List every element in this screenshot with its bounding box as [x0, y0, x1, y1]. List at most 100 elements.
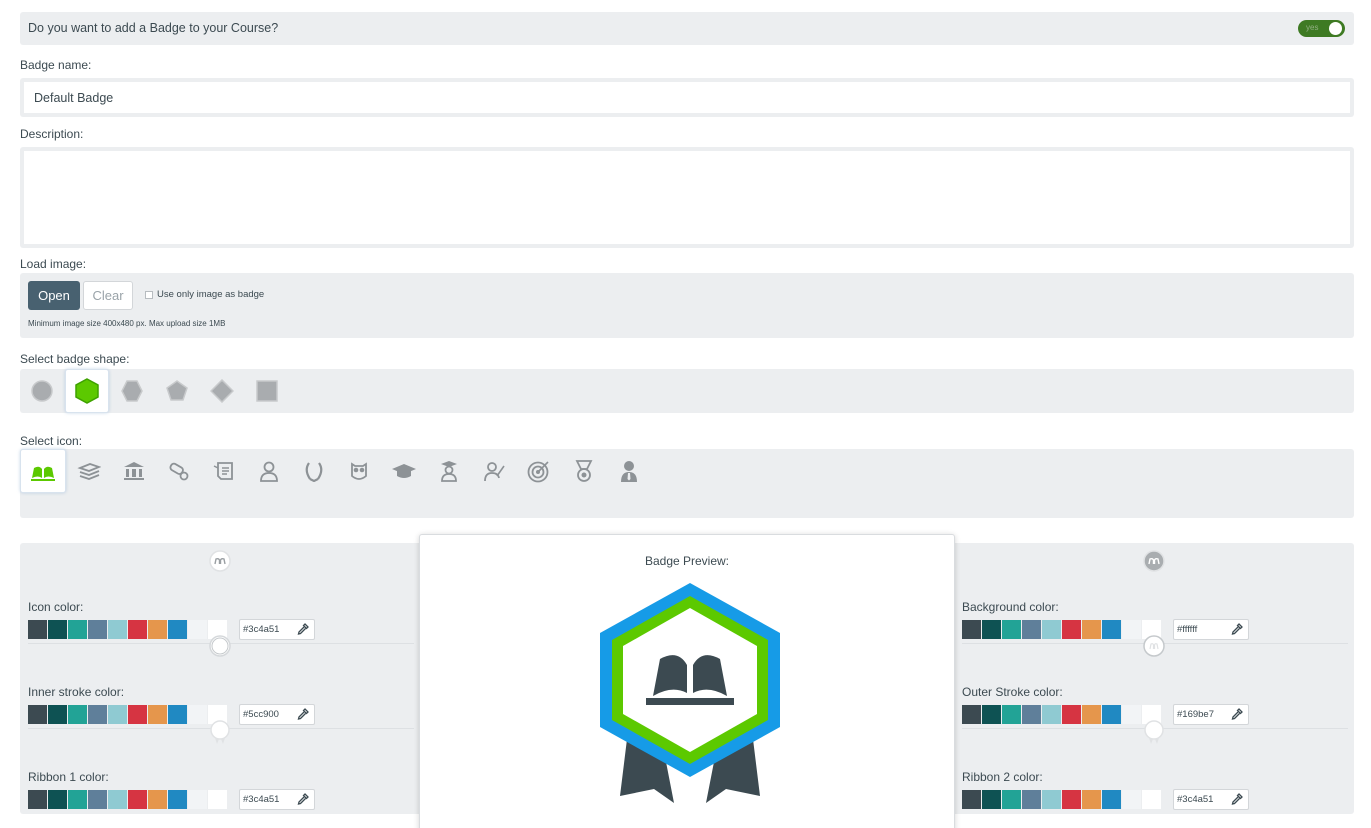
- toggle-knob: [1329, 22, 1342, 35]
- mini-badge-icon: [209, 550, 231, 572]
- icon-option-institution[interactable]: [111, 449, 157, 493]
- color-swatch[interactable]: [168, 790, 187, 809]
- clear-button[interactable]: Clear: [83, 281, 133, 310]
- load-image-panel: Open Clear Use only image as badge Minim…: [20, 273, 1354, 338]
- color-swatch[interactable]: [28, 790, 47, 809]
- icon-option-graduation-cap[interactable]: [381, 449, 427, 493]
- badge-name-label: Badge name:: [20, 58, 92, 72]
- background-color-value: #ffffff: [1177, 624, 1198, 635]
- color-swatch[interactable]: [208, 790, 227, 809]
- open-button[interactable]: Open: [28, 281, 80, 310]
- eyedropper-icon[interactable]: [1231, 708, 1243, 720]
- mini-badge-outer-stroke: [1143, 635, 1165, 657]
- color-swatch[interactable]: [1082, 790, 1101, 809]
- shape-option-circle[interactable]: [20, 369, 64, 413]
- color-swatch[interactable]: [962, 790, 981, 809]
- icon-option-student[interactable]: [246, 449, 292, 493]
- diamond-icon: [210, 379, 234, 403]
- icon-option-diploma[interactable]: [156, 449, 202, 493]
- color-swatch[interactable]: [982, 790, 1001, 809]
- ribbon2-color-input[interactable]: #3c4a51: [1173, 789, 1249, 810]
- icon-option-open-book[interactable]: [20, 449, 66, 493]
- shape-selector: [20, 369, 1354, 413]
- laurel-icon: [305, 462, 323, 482]
- ribbon1-color-input[interactable]: #3c4a51: [239, 789, 315, 810]
- eyedropper-icon[interactable]: [1231, 793, 1243, 805]
- inner-stroke-color-value: #5cc900: [243, 709, 279, 720]
- ribbon2-color-swatches: [962, 790, 1161, 810]
- certificate-icon: [213, 462, 233, 480]
- add-badge-question: Do you want to add a Badge to your Cours…: [28, 21, 279, 35]
- shape-option-hexagon-flat[interactable]: [110, 369, 154, 413]
- icon-option-graduate[interactable]: [426, 449, 472, 493]
- icon-selector: [20, 449, 1354, 518]
- graduation-cap-icon: [392, 464, 416, 478]
- color-swatch[interactable]: [1042, 790, 1061, 809]
- outer-stroke-color-value: #169be7: [1177, 709, 1214, 720]
- icon-option-teacher[interactable]: [471, 449, 517, 493]
- color-swatch[interactable]: [148, 790, 167, 809]
- description-wrap: [20, 147, 1354, 248]
- ribbon2-color-row: Ribbon 2 color: #3c4a51: [962, 720, 1348, 810]
- upload-hint: Minimum image size 400x480 px. Max uploa…: [28, 319, 226, 328]
- shape-option-pentagon[interactable]: [155, 369, 199, 413]
- square-icon: [256, 380, 278, 402]
- color-swatch[interactable]: [1002, 790, 1021, 809]
- color-swatch[interactable]: [1102, 790, 1121, 809]
- pentagon-icon: [166, 380, 188, 401]
- icon-color-row: Icon color: #3c4a51: [28, 550, 414, 644]
- background-color-label: Background color:: [962, 600, 1059, 614]
- icon-option-owl[interactable]: [336, 449, 382, 493]
- graduate-icon: [441, 461, 457, 482]
- hexagon-icon: [75, 378, 99, 404]
- shape-option-hexagon[interactable]: [65, 369, 109, 413]
- medal-icon: [575, 460, 593, 482]
- mini-badge-inner-stroke: [209, 635, 231, 657]
- color-swatch[interactable]: [108, 790, 127, 809]
- mini-badge-ribbon1: [210, 720, 230, 744]
- eyedropper-icon[interactable]: [297, 793, 309, 805]
- shape-label: Select badge shape:: [20, 352, 130, 366]
- badge-name-input[interactable]: [24, 82, 1350, 113]
- color-swatch[interactable]: [48, 790, 67, 809]
- add-badge-toggle[interactable]: yes: [1298, 20, 1345, 37]
- eyedropper-icon[interactable]: [297, 708, 309, 720]
- icon-color-value: #3c4a51: [243, 624, 280, 635]
- inner-stroke-color-row: Inner stroke color: #5cc900: [28, 635, 414, 729]
- icon-option-person-tie[interactable]: [606, 449, 652, 493]
- color-swatch[interactable]: [88, 790, 107, 809]
- shape-option-diamond[interactable]: [200, 369, 244, 413]
- color-swatch[interactable]: [128, 790, 147, 809]
- eyedropper-icon[interactable]: [1231, 623, 1243, 635]
- mini-badge-background: [1143, 550, 1165, 572]
- color-swatch[interactable]: [1142, 790, 1161, 809]
- badge-preview-card: Badge Preview:: [419, 534, 955, 828]
- icon-option-medal[interactable]: [561, 449, 607, 493]
- color-swatch[interactable]: [1122, 790, 1141, 809]
- icon-option-laurel[interactable]: [291, 449, 337, 493]
- color-swatch[interactable]: [68, 790, 87, 809]
- badge-preview-title: Badge Preview:: [644, 554, 730, 568]
- institution-icon: [124, 462, 144, 480]
- icon-option-certificate[interactable]: [201, 449, 247, 493]
- icon-color-label: Icon color:: [28, 600, 84, 614]
- teacher-icon: [484, 462, 505, 482]
- person-tie-icon: [621, 461, 637, 482]
- ribbon1-color-label: Ribbon 1 color:: [28, 770, 109, 784]
- color-swatch[interactable]: [1062, 790, 1081, 809]
- only-image-checkbox[interactable]: [145, 291, 153, 299]
- description-textarea[interactable]: [24, 151, 1350, 244]
- outer-stroke-color-label: Outer Stroke color:: [962, 685, 1063, 699]
- shape-option-square[interactable]: [245, 369, 289, 413]
- hexagon-flat-icon: [121, 380, 143, 402]
- open-book-icon: [31, 466, 55, 481]
- icon-option-book-stack[interactable]: [66, 449, 112, 493]
- badge-name-wrap: [20, 78, 1354, 117]
- color-swatch[interactable]: [188, 790, 207, 809]
- target-icon: [527, 461, 549, 483]
- load-image-label: Load image:: [20, 257, 87, 271]
- diploma-icon: [169, 462, 189, 481]
- color-swatch[interactable]: [1022, 790, 1041, 809]
- eyedropper-icon[interactable]: [297, 623, 309, 635]
- icon-option-target[interactable]: [516, 449, 562, 493]
